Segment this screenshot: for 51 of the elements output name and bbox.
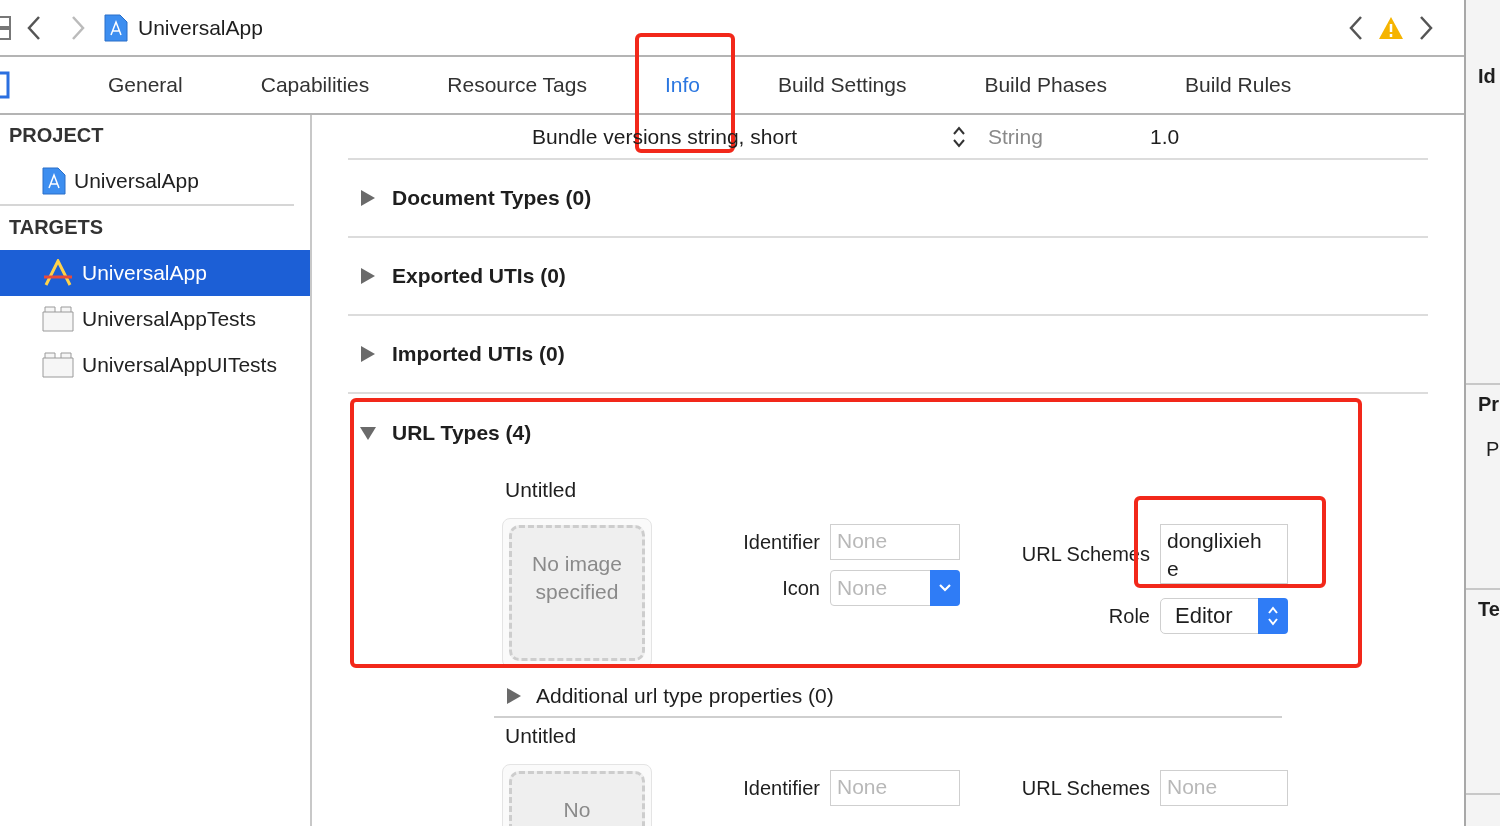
chevron-down-icon	[938, 583, 952, 593]
field-label: Identifier	[742, 776, 820, 800]
tab[interactable]: General	[108, 67, 183, 103]
tab[interactable]: Resource Tags	[447, 67, 587, 103]
disclosure-triangle-icon[interactable]	[360, 425, 376, 441]
section-title: Document Types (0)	[392, 186, 592, 210]
tab[interactable]: Build Phases	[984, 67, 1107, 103]
previous-issue-icon[interactable]	[1348, 14, 1364, 41]
up-down-icon	[1266, 605, 1280, 627]
field-label: Icon	[781, 576, 820, 600]
disclosure-triangle-icon[interactable]	[360, 346, 376, 362]
grid-icon[interactable]	[0, 14, 12, 41]
inspector-heading: Te	[1478, 598, 1500, 621]
tab[interactable]: Capabilities	[260, 67, 370, 103]
section-heading: TARGETS	[8, 215, 105, 240]
bundle-icon	[42, 352, 74, 378]
next-issue-icon[interactable]	[1418, 14, 1434, 41]
tab[interactable]: Build Settings	[778, 67, 907, 103]
field-label: Identifier	[742, 530, 820, 554]
window-title: UniversalApp	[138, 15, 263, 40]
disclosure-triangle-icon[interactable]	[360, 190, 376, 206]
project-file-icon	[42, 167, 66, 195]
inspector-label: P	[1486, 438, 1500, 461]
property-value: 1.0	[1150, 124, 1180, 149]
disclosure-label: Additional url type properties (0)	[536, 684, 834, 708]
tab[interactable]: Info	[665, 67, 700, 103]
inspector-heading: Pr	[1478, 393, 1500, 416]
sidebar-item[interactable]: UniversalAppUITests	[0, 342, 310, 388]
section-heading: PROJECT	[8, 123, 105, 148]
inspector-heading: Id	[1478, 65, 1497, 88]
section-title: URL Types (4)	[392, 421, 532, 445]
project-file-icon	[104, 13, 128, 42]
property-type: String	[988, 124, 1044, 149]
tab[interactable]: Build Rules	[1185, 67, 1292, 103]
stepper-icon[interactable]	[952, 124, 966, 149]
back-icon[interactable]	[26, 14, 42, 41]
url-schemes-field[interactable]: donglixiehe	[1160, 524, 1288, 584]
sidebar-item[interactable]: UniversalApp	[0, 250, 310, 296]
role-popup[interactable]: Editor	[1160, 598, 1288, 634]
section-title: Imported UTIs (0)	[392, 342, 565, 366]
field-label: Role	[1107, 604, 1150, 628]
sidebar-item[interactable]: UniversalAppTests	[0, 296, 310, 342]
bundle-icon	[42, 306, 74, 332]
disclosure-triangle-icon[interactable]	[506, 688, 522, 704]
section-title: Exported UTIs (0)	[392, 264, 566, 288]
app-target-icon	[42, 259, 74, 287]
disclosure-triangle-icon[interactable]	[360, 268, 376, 284]
field-label: URL Schemes	[1020, 776, 1150, 800]
entry-title: Untitled	[504, 477, 578, 503]
sidebar-item[interactable]: UniversalApp	[0, 158, 310, 204]
entry-title: Untitled	[504, 723, 578, 749]
